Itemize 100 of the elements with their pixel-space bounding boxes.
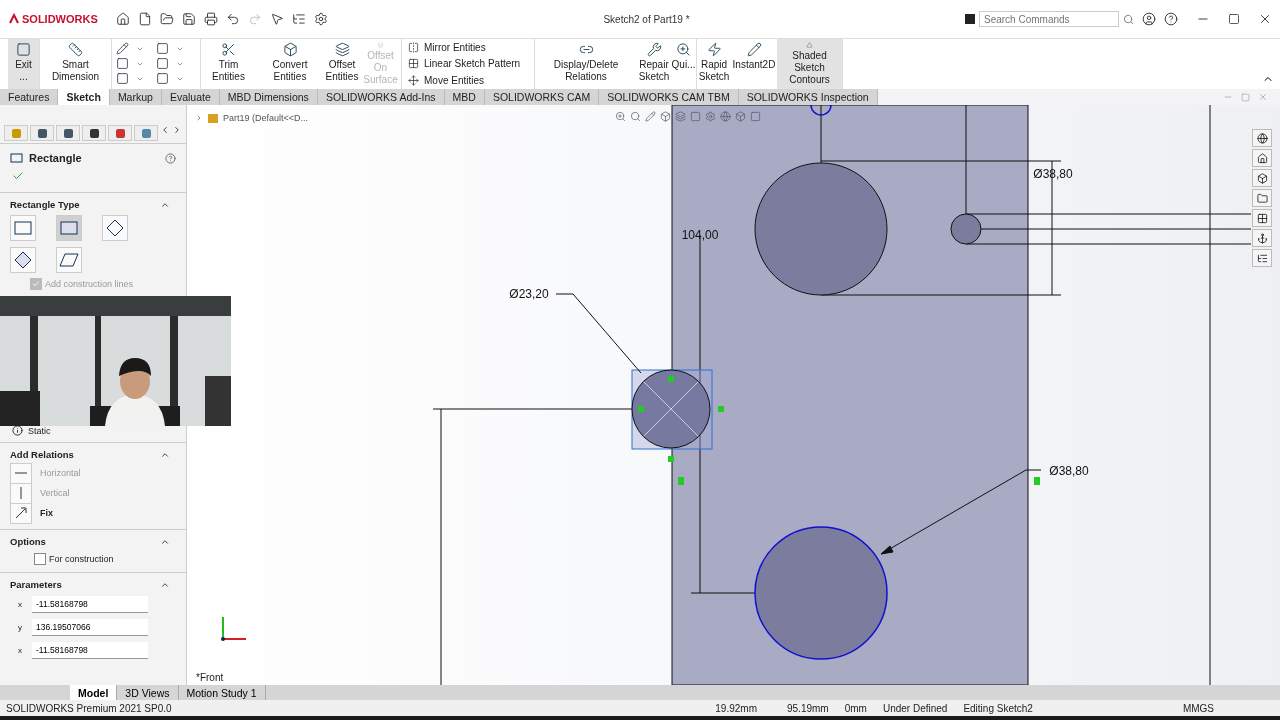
ribbon-button[interactable]: Trim Entities <box>201 39 256 89</box>
sketch-tool-icon[interactable] <box>156 72 169 85</box>
print-icon[interactable] <box>204 12 218 26</box>
scroll-left-icon[interactable] <box>160 125 170 135</box>
scroll-right-icon[interactable] <box>172 125 182 135</box>
tab-icon <box>62 127 74 139</box>
zoom-icon <box>676 42 691 57</box>
pointer-icon[interactable] <box>270 12 284 26</box>
view-tool-icon[interactable] <box>660 111 671 122</box>
ribbon-button[interactable]: Move Entities <box>408 75 528 87</box>
ribbon-button[interactable]: Repair Sketch <box>637 39 671 89</box>
panel-tab[interactable] <box>82 125 106 141</box>
task-pane-button[interactable] <box>1252 229 1272 247</box>
dimension-text[interactable]: Ø23,20 <box>509 287 549 301</box>
axis-label: x <box>18 600 23 609</box>
status-text: MMGS <box>1182 702 1214 714</box>
ribbon-button[interactable]: Mirror Entities <box>408 41 528 53</box>
sketch-tool-icon[interactable] <box>116 72 129 85</box>
endpoint-marker <box>678 477 684 485</box>
task-pane-button[interactable] <box>1252 249 1272 267</box>
endpoint-marker <box>1034 477 1040 485</box>
view-tool-icon[interactable] <box>720 111 731 122</box>
folder-icon <box>1256 192 1268 204</box>
ribbon-tab[interactable]: MBD Dimensions <box>219 89 318 105</box>
ribbon-button[interactable]: Exit ... <box>8 39 40 89</box>
panel-tab[interactable] <box>56 125 80 141</box>
parameter-field[interactable]: -11.58168798 <box>32 596 148 613</box>
ribbon-button[interactable]: Convert Entities <box>256 39 324 89</box>
tab-icon <box>10 127 22 139</box>
sketch-tool-icon[interactable] <box>156 42 169 55</box>
ribbon-tab[interactable]: Evaluate <box>161 89 220 105</box>
rectangle-type-icon <box>12 249 34 271</box>
ribbon-button[interactable]: Offset Entities <box>324 39 360 89</box>
part-icon <box>207 112 219 124</box>
sketch-tool-icon[interactable] <box>156 57 169 70</box>
folder-icon[interactable] <box>160 12 174 26</box>
expand-icon[interactable] <box>195 114 203 122</box>
task-pane-button[interactable] <box>1252 129 1272 147</box>
info-icon <box>12 425 23 436</box>
new-document-icon[interactable] <box>138 12 152 26</box>
section-title: Rectangle Type <box>10 199 80 210</box>
relation-icon <box>10 502 32 524</box>
view-tool-icon[interactable] <box>645 111 656 122</box>
parameter-field[interactable]: 136.19507066 <box>32 619 148 636</box>
rectangle-type-button[interactable] <box>10 247 36 273</box>
ribbon-tab[interactable]: Markup <box>109 89 162 105</box>
sketch-tool-icon[interactable] <box>116 57 129 70</box>
status-text: 95.19mm <box>787 702 829 714</box>
sketch-tool-icon[interactable] <box>116 42 129 55</box>
ribbon-button[interactable]: Linear Sketch Pattern <box>408 58 528 70</box>
home-icon[interactable] <box>116 12 130 26</box>
window-title: Sketch2 of Part19 * <box>602 13 691 25</box>
ribbon-button[interactable]: Shaded Sketch Contours <box>777 39 843 89</box>
cube-icon <box>1256 172 1268 184</box>
section-title: Parameters <box>10 579 62 590</box>
task-pane-button[interactable] <box>1252 169 1272 187</box>
ribbon-tab[interactable]: SOLIDWORKS CAM <box>484 89 600 105</box>
globe-icon <box>1256 132 1268 144</box>
selected-circle[interactable] <box>631 369 724 462</box>
view-tool-icon[interactable] <box>630 111 641 122</box>
view-tool-icon[interactable] <box>735 111 746 122</box>
parameter-field[interactable]: -11.58168798 <box>32 642 148 659</box>
user-icon[interactable] <box>1142 12 1156 26</box>
rectangle-type-button[interactable] <box>102 215 128 241</box>
save-icon[interactable] <box>182 12 196 26</box>
maximize-icon[interactable] <box>1228 13 1240 25</box>
task-pane-button[interactable] <box>1252 149 1272 167</box>
task-pane-button[interactable] <box>1252 209 1272 227</box>
dimension-text[interactable]: Ø38,80 <box>1049 464 1089 478</box>
panel-tab[interactable] <box>30 125 54 141</box>
sketch-arc <box>810 105 832 116</box>
dimension-text[interactable]: 104,00 <box>681 228 719 242</box>
rectangle-type-button[interactable] <box>56 247 82 273</box>
move-icon <box>408 75 419 87</box>
ribbon-button[interactable]: Display/Delete Relations <box>535 39 637 89</box>
dimension-text[interactable]: Ø38,80 <box>1033 167 1073 181</box>
ribbon-tab[interactable]: SOLIDWORKS Add-Ins <box>317 89 445 105</box>
ribbon-tab[interactable]: Features <box>0 89 59 105</box>
search-field[interactable]: Search Commands <box>979 11 1119 27</box>
close-icon[interactable] <box>1258 12 1272 26</box>
app-logo[interactable]: SOLIDWORKS <box>8 13 108 25</box>
view-tool-icon[interactable] <box>615 111 626 122</box>
relation-button[interactable]: Fix <box>0 503 186 523</box>
ok-icon[interactable] <box>12 170 24 182</box>
undo-icon[interactable] <box>226 12 240 26</box>
settings-icon[interactable] <box>314 12 328 26</box>
options-list-icon[interactable] <box>292 12 306 26</box>
ribbon-tab[interactable]: SOLIDWORKS CAM TBM <box>599 89 739 105</box>
ribbon-tab[interactable]: SOLIDWORKS Inspection <box>738 89 878 105</box>
tree-item[interactable]: Part19 (Default<<D... <box>223 113 309 123</box>
sketch-circle <box>950 213 982 245</box>
ribbon-button[interactable]: Rapid Sketch <box>697 39 731 89</box>
status-text: 19.92mm <box>715 702 757 714</box>
help-icon[interactable] <box>1164 12 1178 26</box>
checkbox-label[interactable]: For construction <box>0 550 186 568</box>
mirror-icon <box>408 41 419 53</box>
ribbon-tab[interactable]: MBD <box>444 89 485 105</box>
bottom-tab[interactable]: Model <box>70 685 118 700</box>
relation-icon <box>10 462 32 484</box>
ribbon-button[interactable]: Instant2D <box>731 39 777 89</box>
